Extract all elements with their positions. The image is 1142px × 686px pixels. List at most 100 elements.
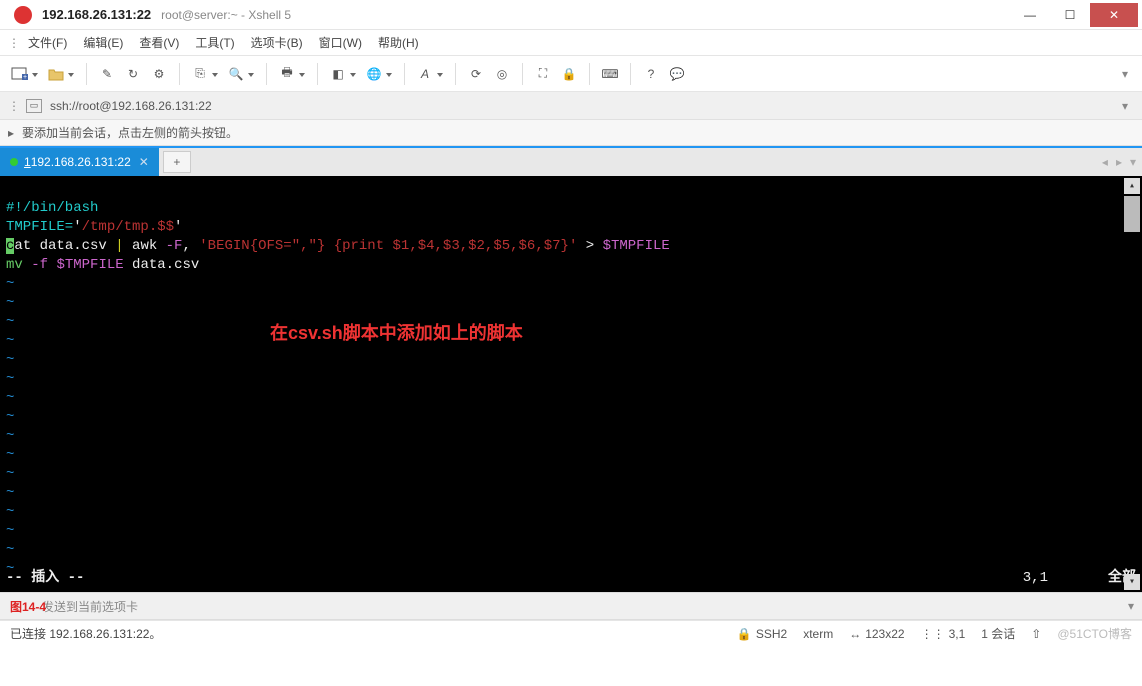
- menu-file[interactable]: 文件(F): [20, 34, 75, 51]
- sendbar: 图14-4 发送到当前选项卡 ▾: [0, 592, 1142, 620]
- status-sessions: 1 会话: [981, 625, 1015, 642]
- toolbar-separator: [589, 63, 590, 85]
- menu-edit[interactable]: 编辑(E): [75, 34, 131, 51]
- term-tilde: ~: [6, 504, 14, 520]
- term-line-3b: |: [115, 238, 123, 254]
- status-dot-icon: [10, 158, 18, 166]
- addressbar-grip[interactable]: ⋮: [8, 99, 20, 113]
- scrollbar-up-button[interactable]: ▴: [1124, 178, 1140, 194]
- vim-cursor-pos: 3,1: [1023, 569, 1048, 588]
- color-button[interactable]: ◧: [326, 62, 350, 86]
- menu-view[interactable]: 查看(V): [131, 34, 187, 51]
- term-line-2a: TMPFILE=: [6, 219, 73, 235]
- session-tab-active[interactable]: 1 192.168.26.131:22 ✕: [0, 148, 159, 176]
- term-line-3d: -F: [166, 238, 183, 254]
- term-line-4d: data.csv: [124, 257, 200, 273]
- tabstrip: 1 192.168.26.131:22 ✕ + ◂ ▸ ▾: [0, 146, 1142, 176]
- lock-button[interactable]: 🔒: [557, 62, 581, 86]
- address-url[interactable]: ssh://root@192.168.26.131:22: [50, 99, 212, 113]
- maximize-button[interactable]: ☐: [1050, 3, 1090, 27]
- fullscreen-button[interactable]: ⛶: [531, 62, 555, 86]
- term-line-2b: ': [73, 219, 81, 235]
- status-pos: ⋮⋮ 3,1: [921, 627, 966, 641]
- status-pos-label: 3,1: [949, 627, 966, 641]
- vim-mode: -- 插入 --: [6, 569, 84, 588]
- font-button[interactable]: A: [413, 62, 437, 86]
- term-line-3c: awk: [124, 238, 166, 254]
- toolbar-separator: [404, 63, 405, 85]
- menu-help[interactable]: 帮助(H): [370, 34, 427, 51]
- close-button[interactable]: ✕: [1090, 3, 1138, 27]
- address-dropdown[interactable]: ▾: [1116, 99, 1134, 113]
- print-button[interactable]: 🖶: [275, 62, 299, 86]
- term-tilde: ~: [6, 485, 14, 501]
- toolbar-separator: [179, 63, 180, 85]
- annotation-overlay: 在csv.sh脚本中添加如上的脚本: [270, 324, 523, 343]
- menubar: ⋮ 文件(F) 编辑(E) 查看(V) 工具(T) 选项卡(B) 窗口(W) 帮…: [0, 30, 1142, 56]
- status-connection: 已连接 192.168.26.131:22。: [10, 625, 161, 642]
- menu-tabs[interactable]: 选项卡(B): [243, 34, 311, 51]
- minimize-button[interactable]: —: [1010, 3, 1050, 27]
- tab-prev-button[interactable]: ◂: [1102, 155, 1108, 169]
- edit-button[interactable]: ✎: [95, 62, 119, 86]
- send-input[interactable]: 发送到当前选项卡: [42, 598, 138, 615]
- toolbar: + ✎ ↻ ⚙ ⎘ 🔍 🖶 ◧ 🌐 A ⟳ ◎ ⛶ 🔒 ⌨ ? 💬 ▾: [0, 56, 1142, 92]
- term-tilde: ~: [6, 390, 14, 406]
- properties-button[interactable]: ⚙: [147, 62, 171, 86]
- status-size-label: 123x22: [865, 627, 904, 641]
- copy-button[interactable]: ⎘: [188, 62, 212, 86]
- menu-window[interactable]: 窗口(W): [311, 34, 370, 51]
- open-button[interactable]: [44, 62, 68, 86]
- chat-button[interactable]: 💬: [665, 62, 689, 86]
- toolbar-separator: [630, 63, 631, 85]
- term-tilde: ~: [6, 428, 14, 444]
- window-controls: — ☐ ✕: [1010, 3, 1138, 27]
- toolbar-overflow[interactable]: ▾: [1122, 67, 1134, 81]
- keyboard-button[interactable]: ⌨: [598, 62, 622, 86]
- tab-list-button[interactable]: ▾: [1130, 155, 1136, 169]
- target-button[interactable]: ◎: [490, 62, 514, 86]
- term-tilde: ~: [6, 409, 14, 425]
- send-dropdown[interactable]: ▾: [1128, 599, 1134, 613]
- find-button[interactable]: 🔍: [224, 62, 248, 86]
- term-line-3h: $TMPFILE: [603, 238, 670, 254]
- add-tab-button[interactable]: +: [163, 151, 191, 173]
- term-line-2c: /tmp/tmp.$$: [82, 219, 174, 235]
- svg-text:+: +: [23, 74, 27, 81]
- refresh-button[interactable]: ⟳: [464, 62, 488, 86]
- term-line-4a: mv: [6, 257, 31, 273]
- term-line-4c: $TMPFILE: [56, 257, 123, 273]
- status-term: xterm: [803, 627, 833, 641]
- tab-next-button[interactable]: ▸: [1116, 155, 1122, 169]
- status-caps[interactable]: ⇧: [1031, 627, 1041, 641]
- vim-statusline: -- 插入 -- 3,1 全部: [6, 569, 1136, 588]
- term-tilde: ~: [6, 295, 14, 311]
- toolbar-separator: [266, 63, 267, 85]
- term-tilde: ~: [6, 333, 14, 349]
- addressbar: ⋮ ▭ ssh://root@192.168.26.131:22 ▾: [0, 92, 1142, 120]
- term-line-4b: -f: [31, 257, 56, 273]
- statusbar: 已连接 192.168.26.131:22。 🔒SSH2 xterm ↔ 123…: [0, 620, 1142, 646]
- menubar-grip[interactable]: ⋮: [8, 36, 14, 50]
- globe-button[interactable]: 🌐: [362, 62, 386, 86]
- tab-nav: ◂ ▸ ▾: [1096, 148, 1142, 176]
- pos-icon: ⋮⋮: [921, 627, 945, 641]
- app-icon: [14, 6, 32, 24]
- term-line-3g: >: [577, 238, 602, 254]
- reconnect-button[interactable]: ↻: [121, 62, 145, 86]
- term-tilde: ~: [6, 276, 14, 292]
- tab-close-button[interactable]: ✕: [139, 155, 149, 169]
- term-tilde: ~: [6, 447, 14, 463]
- titlebar: 192.168.26.131:22 root@server:~ - Xshell…: [0, 0, 1142, 30]
- scrollbar-down-button[interactable]: ▾: [1124, 574, 1140, 590]
- help-button[interactable]: ?: [639, 62, 663, 86]
- status-ssh-label: SSH2: [756, 627, 787, 641]
- bookmark-arrow-icon[interactable]: ▸: [8, 126, 14, 140]
- new-session-button[interactable]: +: [8, 62, 32, 86]
- toolbar-separator: [317, 63, 318, 85]
- scrollbar-thumb[interactable]: [1124, 196, 1140, 232]
- terminal[interactable]: #!/bin/bash TMPFILE='/tmp/tmp.$$' cat da…: [0, 176, 1142, 592]
- term-tilde: ~: [6, 466, 14, 482]
- menu-tools[interactable]: 工具(T): [187, 34, 242, 51]
- toolbar-separator: [455, 63, 456, 85]
